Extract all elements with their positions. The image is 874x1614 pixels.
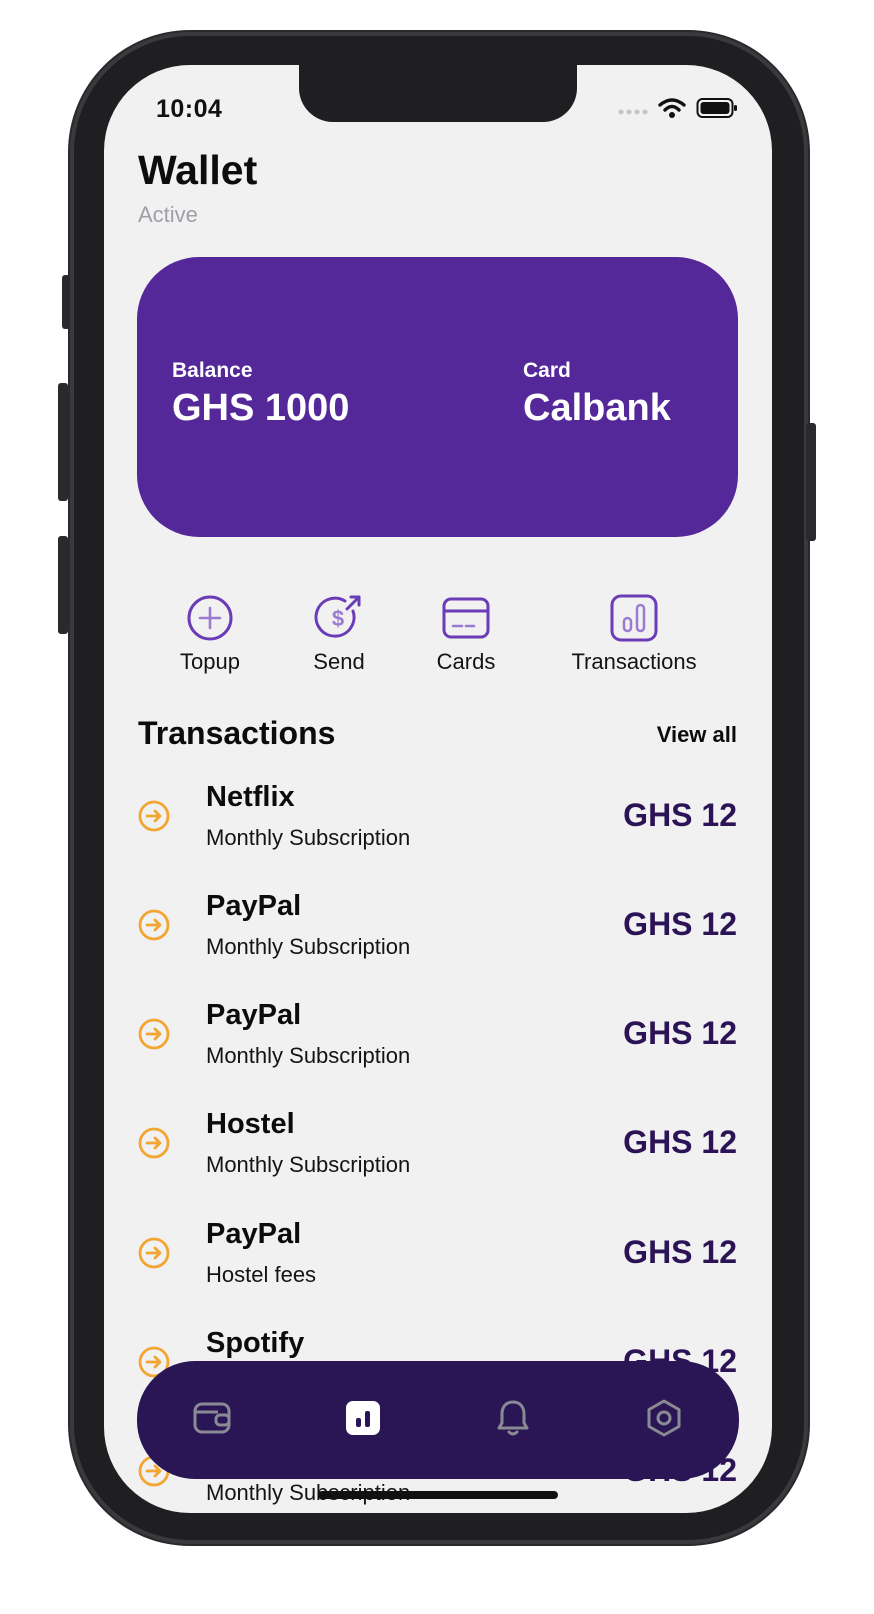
transaction-name: Spotify: [206, 1327, 305, 1359]
arrow-circle-icon: [138, 1237, 170, 1269]
send-money-icon: $: [314, 593, 364, 643]
transaction-name: PayPal: [206, 890, 302, 922]
topup-label: Topup: [180, 649, 240, 674]
transaction-description: Monthly Subscription: [206, 1043, 411, 1068]
cards-label: Cards: [436, 649, 496, 674]
transaction-description: Hostel fees: [206, 1262, 317, 1287]
transactions-button[interactable]: Transactions: [554, 593, 714, 675]
transaction-amount: GHS 12: [623, 797, 737, 833]
transaction-row[interactable]: PayPal Monthly Subscription GHS 12: [104, 890, 772, 990]
nav-wallet[interactable]: [177, 1385, 247, 1455]
transaction-row[interactable]: Hostel Monthly Subscription GHS 12: [104, 1108, 772, 1208]
transaction-name: Hostel: [206, 1108, 295, 1140]
volume-down-button: [58, 536, 68, 634]
transaction-amount: GHS 12: [623, 1015, 737, 1051]
transaction-row[interactable]: PayPal Monthly Subscription GHS 12: [104, 999, 772, 1099]
arrow-circle-icon: [138, 1127, 170, 1159]
mute-switch: [62, 275, 70, 329]
transaction-row[interactable]: PayPal Hostel fees GHS 12: [104, 1218, 772, 1318]
card-bank-name: Calbank: [523, 387, 671, 429]
balance-card[interactable]: Balance GHS 1000 Card Calbank: [137, 257, 738, 537]
volume-up-button: [58, 383, 68, 501]
arrow-circle-icon: [138, 909, 170, 941]
cards-button[interactable]: Cards: [386, 593, 546, 675]
transactions-label: Transactions: [571, 649, 697, 674]
nav-stats[interactable]: [328, 1385, 398, 1455]
signal-icon: [618, 102, 648, 120]
transaction-description: Monthly Subscription: [206, 934, 411, 959]
status-icons: [618, 97, 738, 124]
transaction-row[interactable]: Netflix Monthly Subscription GHS 12: [104, 781, 772, 881]
wifi-icon: [658, 97, 686, 124]
quick-actions: Topup $ Send Cards Transactions: [104, 593, 772, 683]
stats-icon: [345, 1400, 381, 1441]
transaction-amount: GHS 12: [623, 906, 737, 942]
page-title: Wallet: [138, 147, 258, 193]
nav-notifications[interactable]: [478, 1385, 548, 1455]
app-screen: 10:04 Wallet Active Balance GHS 1000 Car…: [104, 65, 772, 1513]
arrow-circle-icon: [138, 1018, 170, 1050]
transaction-name: PayPal: [206, 999, 302, 1031]
transaction-description: Monthly Subscription: [206, 1152, 411, 1177]
wallet-icon: [192, 1400, 232, 1441]
balance-label: Balance: [172, 359, 253, 382]
transaction-name: Netflix: [206, 781, 295, 813]
transactions-section-title: Transactions: [138, 715, 336, 751]
home-indicator: [318, 1491, 558, 1499]
balance-value: GHS 1000: [172, 387, 350, 429]
arrow-circle-icon: [138, 800, 170, 832]
bar-chart-icon: [609, 593, 659, 643]
send-label: Send: [313, 649, 365, 674]
svg-text:$: $: [332, 606, 344, 631]
status-time: 10:04: [156, 95, 223, 123]
wallet-status: Active: [138, 202, 198, 227]
battery-icon: [696, 97, 738, 124]
transaction-description: Monthly Subscription: [206, 825, 411, 850]
nav-settings[interactable]: [629, 1385, 699, 1455]
bell-icon: [496, 1398, 530, 1443]
power-button: [806, 423, 816, 541]
bottom-nav: [137, 1361, 739, 1479]
transaction-name: PayPal: [206, 1218, 302, 1250]
card-label: Card: [523, 359, 571, 382]
settings-hexagon-icon: [645, 1398, 683, 1443]
view-all-link[interactable]: View all: [657, 722, 737, 748]
notch: [299, 65, 577, 122]
transaction-amount: GHS 12: [623, 1124, 737, 1160]
transaction-amount: GHS 12: [623, 1234, 737, 1270]
plus-circle-icon: [185, 593, 235, 643]
card-icon: [441, 593, 491, 643]
